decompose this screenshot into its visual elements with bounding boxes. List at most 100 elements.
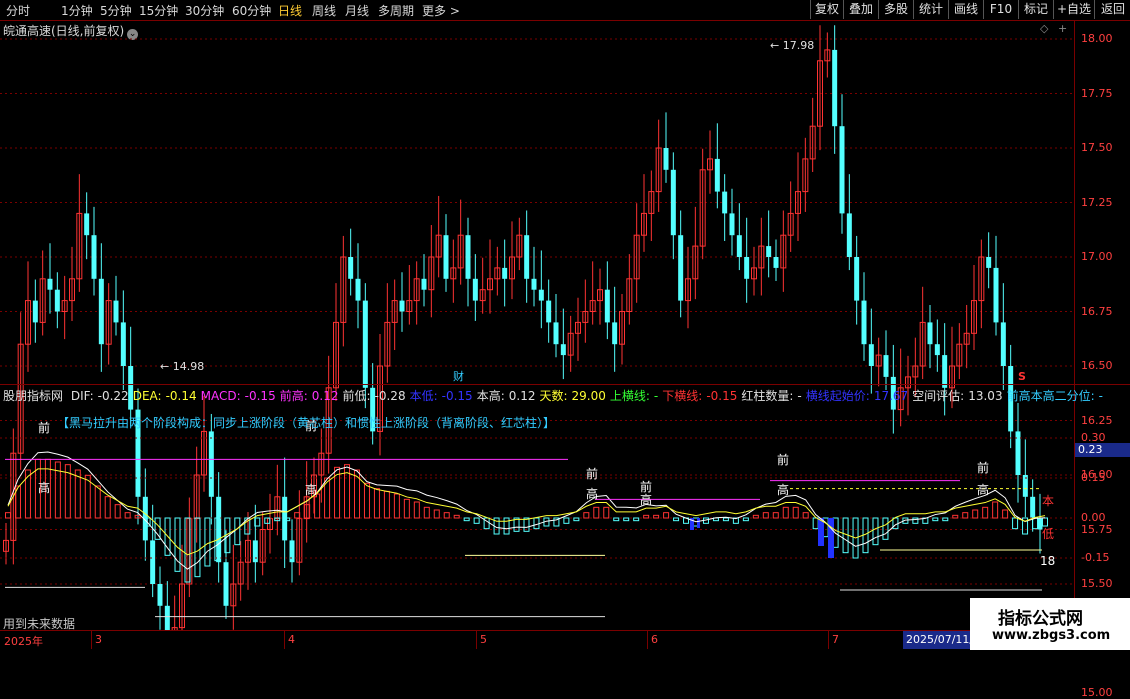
macd-bar bbox=[383, 490, 390, 519]
candle-body bbox=[32, 300, 38, 323]
candle-body bbox=[883, 355, 889, 377]
macd-bar bbox=[752, 514, 759, 519]
period-tab[interactable]: 周线 bbox=[312, 2, 336, 19]
macd-bar bbox=[583, 512, 590, 519]
macd-bar bbox=[204, 517, 211, 567]
price-axis-label: 16.75 bbox=[1081, 304, 1113, 318]
candle-body bbox=[934, 344, 940, 356]
time-tick bbox=[647, 631, 648, 649]
macd-bar bbox=[623, 517, 630, 522]
candle-body bbox=[663, 148, 669, 170]
candle-body bbox=[832, 49, 838, 127]
macd-bar bbox=[124, 512, 131, 519]
indicator-field: 横线起始价: bbox=[805, 389, 870, 403]
more-menu[interactable]: 更多 > bbox=[422, 2, 460, 19]
macd-bar bbox=[912, 517, 919, 524]
indicator-field-value: - bbox=[797, 389, 802, 403]
indicator-field: DEA: bbox=[132, 389, 162, 403]
back-button[interactable]: 返回 bbox=[1094, 0, 1130, 19]
f10-button[interactable]: F10 bbox=[983, 0, 1018, 19]
period-tab[interactable]: 月线 bbox=[345, 2, 369, 19]
candle-body bbox=[362, 300, 368, 388]
macd-bar bbox=[972, 509, 979, 519]
period-tab[interactable]: 15分钟 bbox=[139, 2, 178, 19]
candle-body bbox=[216, 496, 222, 563]
kline-chart[interactable]: ← 17.98← 14.98财 S前 前前前前前高高高高高 高本低18 bbox=[0, 20, 1074, 630]
indicator-field-value: 13.03 bbox=[968, 389, 1003, 403]
macd-bar bbox=[792, 506, 799, 519]
candle-body bbox=[744, 257, 750, 279]
indicator-field: 前高: bbox=[279, 389, 308, 403]
indicator-field-value: -0.14 bbox=[165, 389, 197, 403]
macd-bar bbox=[952, 514, 959, 519]
price-axis-label: 15.00 bbox=[1081, 686, 1113, 699]
price-axis-label: 17.25 bbox=[1081, 195, 1113, 209]
marker-label: 前 bbox=[586, 466, 598, 481]
multi-stock-button[interactable]: 多股 bbox=[878, 0, 913, 19]
draw-line-button[interactable]: 画线 bbox=[948, 0, 983, 19]
macd-bar bbox=[772, 512, 779, 519]
indicator-axis-label: -0.15 bbox=[1081, 551, 1110, 564]
time-label: 5 bbox=[480, 633, 487, 646]
macd-bar bbox=[663, 512, 670, 519]
candle-body bbox=[604, 289, 610, 323]
macd-bar bbox=[314, 493, 321, 519]
indicator-field-value: 17.67 bbox=[873, 389, 909, 403]
restore-right-button[interactable]: 复权 bbox=[810, 0, 843, 19]
statistics-button[interactable]: 统计 bbox=[913, 0, 948, 19]
marker-label: 高 bbox=[586, 486, 598, 501]
period-tab-active[interactable]: 日线 bbox=[278, 2, 302, 19]
macd-bar bbox=[962, 512, 969, 519]
macd-bar bbox=[1032, 517, 1039, 530]
macd-bar bbox=[363, 482, 370, 519]
candle-body bbox=[714, 158, 720, 192]
candle-body bbox=[157, 584, 163, 606]
cursor-date: 2025/07/11/ bbox=[903, 631, 976, 649]
candle-body bbox=[84, 213, 90, 236]
indicator-header: 股朋指标网 DIF: -0.22 DEA: -0.14 MACD: -0.15 前高: 0.1… bbox=[3, 387, 1111, 404]
candle-body bbox=[773, 257, 779, 268]
period-tab[interactable]: 60分钟 bbox=[232, 2, 271, 19]
macd-bar bbox=[1042, 517, 1048, 527]
candle-body bbox=[854, 257, 860, 301]
low-bar-fill bbox=[697, 518, 700, 528]
indicator-field-value: -0.22 bbox=[97, 389, 129, 403]
period-tab[interactable]: 5分钟 bbox=[100, 2, 132, 19]
candle-body bbox=[98, 278, 104, 345]
candle-body bbox=[355, 278, 361, 301]
current-value-badge: 0.23 bbox=[1075, 443, 1130, 457]
mark-button[interactable]: 标记 bbox=[1018, 0, 1053, 19]
candle-body bbox=[553, 322, 559, 345]
period-tab[interactable]: 多周期 bbox=[378, 2, 414, 19]
indicator-field-value: 29.00 bbox=[571, 389, 606, 403]
overlay-button[interactable]: 叠加 bbox=[843, 0, 878, 19]
candle-body bbox=[546, 300, 552, 323]
macd-bar bbox=[1012, 517, 1019, 530]
low-bar-fill bbox=[828, 518, 834, 558]
time-label: 7 bbox=[832, 633, 839, 646]
indicator-name[interactable]: 股朋指标网 bbox=[3, 389, 63, 403]
macd-bar bbox=[722, 517, 729, 522]
period-tab[interactable]: 分时 bbox=[6, 2, 30, 19]
macd-bar bbox=[453, 514, 460, 519]
watermark-url: www.zbgs3.com bbox=[992, 628, 1111, 643]
indicator-axis-label: 0.15 bbox=[1081, 471, 1106, 484]
candle-body bbox=[443, 235, 449, 279]
candle-body bbox=[421, 278, 427, 290]
macd-bar bbox=[463, 517, 470, 522]
marker-label: 高 bbox=[640, 492, 652, 507]
candle-body bbox=[612, 322, 618, 345]
macd-bar bbox=[882, 517, 889, 540]
indicator-field: 上横线: bbox=[609, 389, 650, 403]
candle-body bbox=[560, 344, 566, 356]
time-tick bbox=[284, 631, 285, 649]
add-watchlist-button[interactable]: +自选 bbox=[1053, 0, 1094, 19]
macd-bar bbox=[782, 506, 789, 519]
candle-body bbox=[927, 322, 933, 345]
indicator-field: 天数: bbox=[539, 389, 568, 403]
period-tab[interactable]: 1分钟 bbox=[61, 2, 93, 19]
macd-bar bbox=[234, 517, 241, 546]
period-tab[interactable]: 30分钟 bbox=[185, 2, 224, 19]
macd-bar bbox=[982, 506, 989, 519]
financial-report-marker: 财 bbox=[453, 369, 464, 383]
